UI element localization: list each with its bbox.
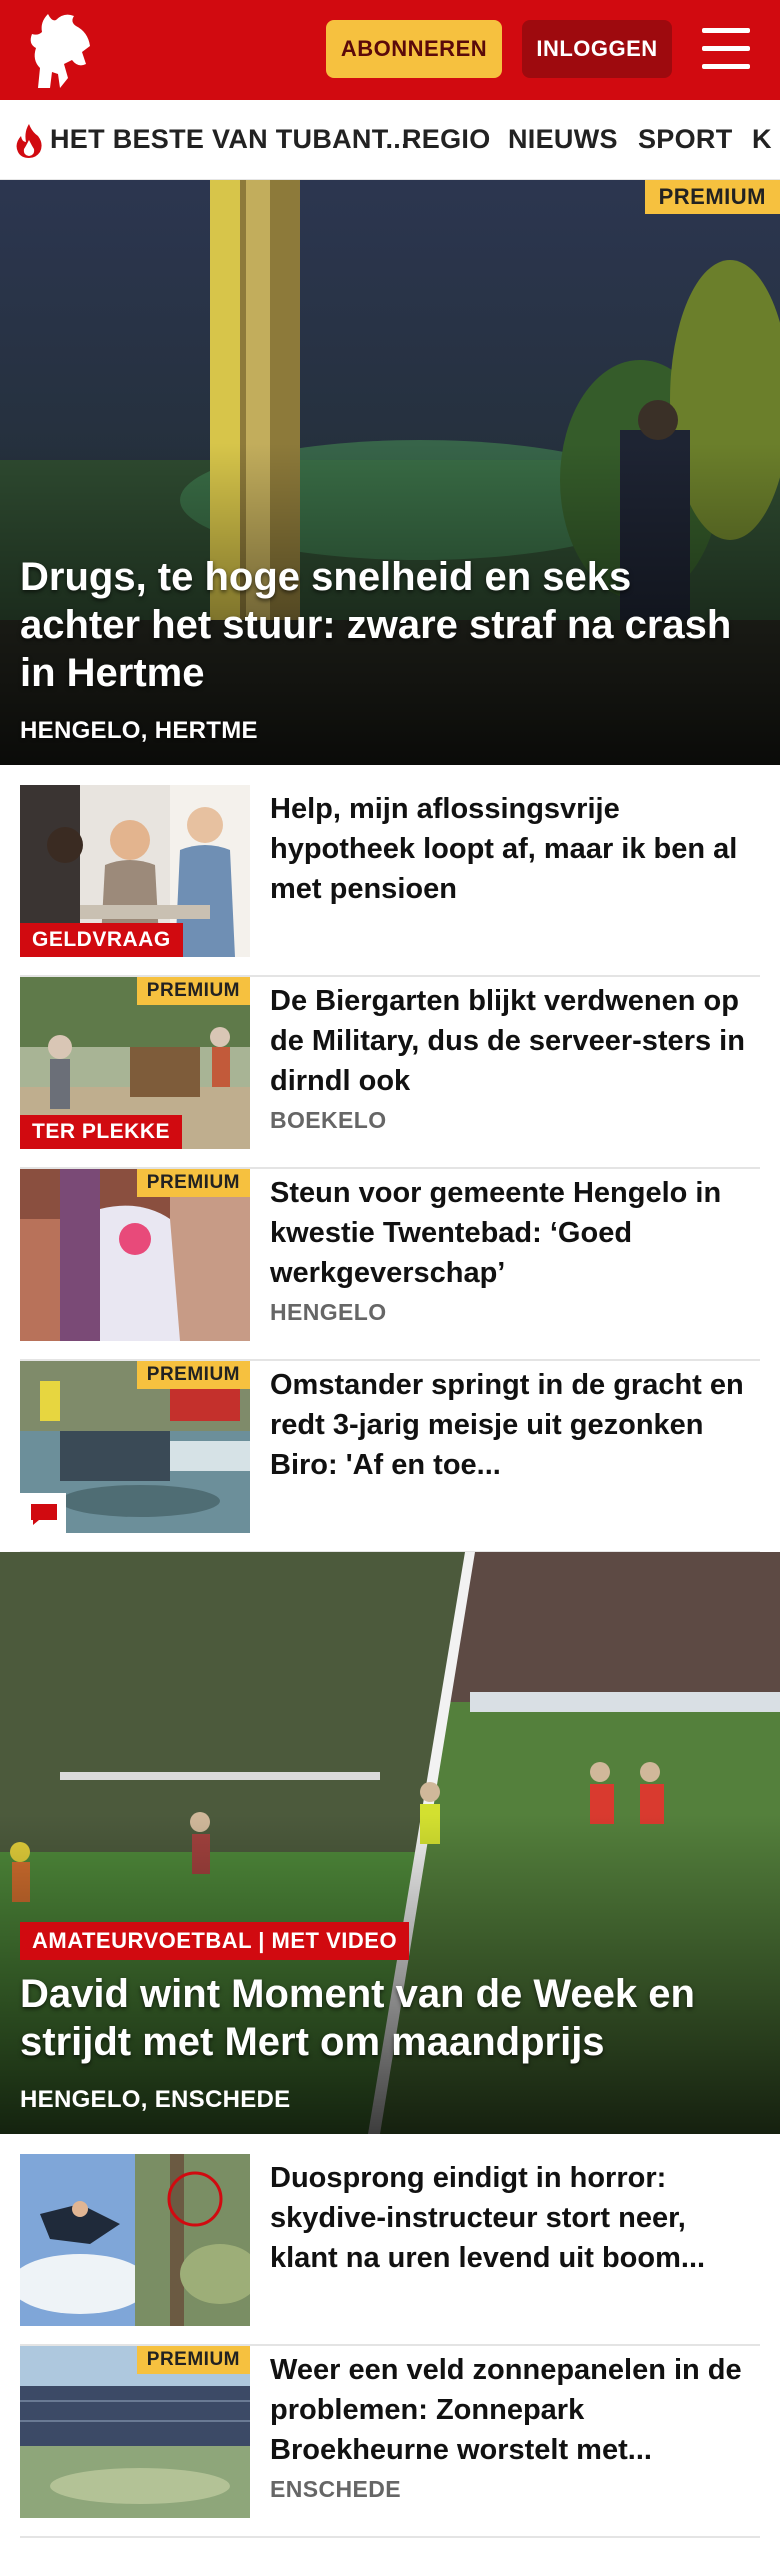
comment-badge: [20, 1493, 66, 1533]
article-row[interactable]: PREMIUM Steun voor gemeente Hengelo in k…: [20, 1169, 760, 1361]
category-badge: TER PLEKKE: [20, 1115, 183, 1149]
horse-icon[interactable]: [18, 8, 106, 92]
nav-item-nieuws[interactable]: NIEUWS: [508, 124, 618, 155]
article-title[interactable]: Weer een veld zonnepanelen in de problem…: [270, 2350, 750, 2470]
hamburger-icon[interactable]: [702, 26, 750, 72]
hero-title[interactable]: Drugs, te hoge snelheid en seks achter h…: [20, 553, 760, 697]
hero-location: HENGELO, HERTME: [20, 717, 258, 744]
category-badge: GELDVRAAG: [20, 923, 183, 957]
article-thumbnail: [20, 2154, 250, 2326]
article-thumbnail: PREMIUM TER PLEKKE: [20, 977, 250, 1149]
article-thumbnail: PREMIUM: [20, 1361, 250, 1533]
article-row[interactable]: Duosprong eindigt in horror: skydive-ins…: [20, 2154, 760, 2346]
premium-badge: PREMIUM: [136, 1361, 250, 1389]
hero-article[interactable]: PREMIUM Drugs, te hoge snelheid en seks …: [0, 180, 780, 765]
flame-icon: [16, 124, 42, 158]
video-hero-article[interactable]: AMATEURVOETBAL | MET VIDEO David wint Mo…: [0, 1552, 780, 2134]
article-row[interactable]: PREMIUM Omstander springt in de gracht e…: [20, 1361, 760, 1553]
article-thumbnail: GELDVRAAG: [20, 785, 250, 957]
top-bar: ABONNEREN INLOGGEN: [0, 0, 780, 100]
category-badge: AMATEURVOETBAL | MET VIDEO: [20, 1922, 410, 1960]
article-row[interactable]: PREMIUM TER PLEKKE De Biergarten blijkt …: [20, 977, 760, 1169]
article-row[interactable]: GELDVRAAG Help, mijn aflossingsvrije hyp…: [20, 785, 760, 977]
hero-title[interactable]: David wint Moment van de Week en strijdt…: [20, 1970, 760, 2066]
article-title[interactable]: Steun voor gemeente Hengelo in kwestie T…: [270, 1173, 750, 1293]
article-title[interactable]: Duosprong eindigt in horror: skydive-ins…: [270, 2158, 750, 2278]
premium-badge: PREMIUM: [644, 180, 780, 214]
premium-badge: PREMIUM: [136, 977, 250, 1005]
article-location: HENGELO: [270, 1299, 387, 1325]
article-thumbnail: PREMIUM: [20, 1169, 250, 1341]
subscribe-button[interactable]: ABONNEREN: [326, 20, 502, 78]
article-thumbnail: PREMIUM: [20, 2346, 250, 2518]
section-nav: HET BESTE VAN TUBANT... REGIO NIEUWS SPO…: [0, 100, 780, 180]
article-row[interactable]: PREMIUM Weer een veld zonnepanelen in de…: [20, 2346, 760, 2538]
comment-icon: [31, 1504, 57, 1525]
premium-badge: PREMIUM: [136, 1169, 250, 1197]
login-button[interactable]: INLOGGEN: [522, 20, 672, 78]
article-title[interactable]: Omstander springt in de gracht en redt 3…: [270, 1365, 750, 1485]
article-title[interactable]: De Biergarten blijkt verdwenen op de Mil…: [270, 981, 750, 1101]
nav-item-beste-van-tubantia[interactable]: HET BESTE VAN TUBANT...: [50, 124, 409, 155]
premium-badge: PREMIUM: [136, 2346, 250, 2374]
nav-item-more[interactable]: K: [752, 124, 772, 155]
nav-item-sport[interactable]: SPORT: [638, 124, 733, 155]
hero-location: HENGELO, ENSCHEDE: [20, 2086, 291, 2113]
nav-item-regio[interactable]: REGIO: [402, 124, 491, 155]
article-location: ENSCHEDE: [270, 2476, 402, 2502]
article-location: BOEKELO: [270, 1107, 387, 1133]
article-title[interactable]: Help, mijn aflossingsvrije hypotheek loo…: [270, 789, 750, 909]
